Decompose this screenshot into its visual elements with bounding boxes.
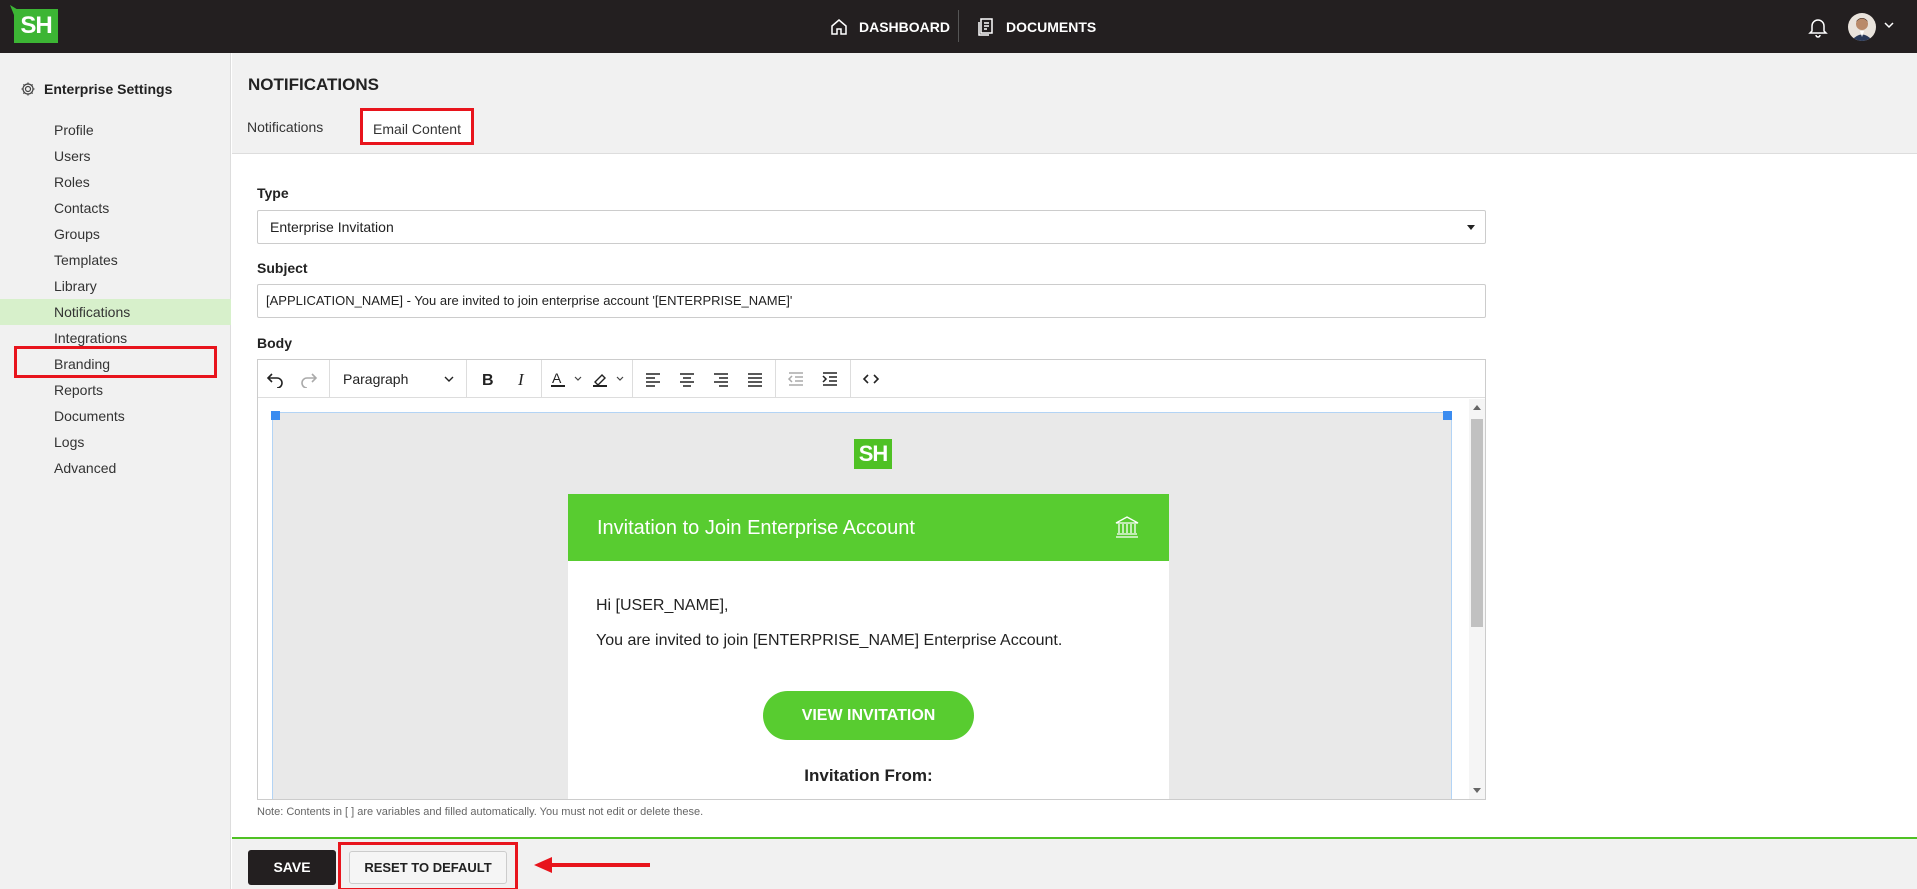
type-label: Type (257, 185, 289, 201)
justify-icon (748, 372, 762, 387)
save-button[interactable]: SAVE (248, 850, 336, 885)
email-card: Invitation to Join Enterprise Account Hi… (568, 494, 1169, 799)
block-format-select[interactable]: Paragraph (333, 360, 463, 398)
sidebar-item-profile[interactable]: Profile (0, 117, 231, 143)
italic-icon: I (517, 370, 525, 388)
sidebar-item-branding[interactable]: Branding (0, 351, 231, 377)
gear-icon (21, 82, 35, 96)
nav-documents[interactable]: DOCUMENTS (976, 0, 1096, 53)
email-logo: SH (854, 439, 892, 469)
chevron-down-icon (616, 376, 624, 381)
chevron-down-icon (444, 376, 454, 382)
chevron-down-icon[interactable] (1882, 18, 1896, 32)
sidebar-heading: Enterprise Settings (20, 81, 172, 97)
svg-text:A: A (552, 370, 562, 386)
scroll-up-icon[interactable] (1473, 405, 1481, 410)
avatar[interactable] (1848, 13, 1876, 41)
reset-to-default-button[interactable]: RESET TO DEFAULT (349, 851, 507, 884)
editor-canvas[interactable]: SH Invitation to Join Enterprise Account… (258, 399, 1469, 799)
subject-input[interactable]: [APPLICATION_NAME] - You are invited to … (257, 284, 1486, 318)
align-center-button[interactable] (670, 360, 704, 398)
tab-email-content[interactable]: Email Content (360, 108, 474, 145)
outdent-button[interactable] (779, 360, 813, 398)
sidebar-menu: Profile Users Roles Contacts Groups Temp… (0, 117, 231, 481)
sidebar-item-library[interactable]: Library (0, 273, 231, 299)
variables-note: Note: Contents in [ ] are variables and … (257, 806, 704, 818)
documents-icon (978, 17, 993, 36)
svg-text:B: B (482, 372, 494, 388)
nav-divider (958, 10, 959, 42)
view-invitation-button[interactable]: VIEW INVITATION (763, 691, 974, 740)
align-left-button[interactable] (636, 360, 670, 398)
bold-button[interactable]: B (470, 360, 504, 398)
bold-icon: B (482, 372, 494, 388)
page-header: NOTIFICATIONS Notifications Email Conten… (232, 53, 1917, 154)
sidebar-item-logs[interactable]: Logs (0, 429, 231, 455)
sidebar-item-roles[interactable]: Roles (0, 169, 231, 195)
outdent-icon (787, 371, 803, 386)
resize-handle[interactable] (271, 411, 280, 420)
svg-text:I: I (517, 370, 525, 388)
undo-icon (266, 372, 283, 388)
editor-scrollbar[interactable] (1469, 399, 1485, 799)
editor-toolbar: Paragraph B I A (258, 359, 1485, 398)
nav-documents-label: DOCUMENTS (1006, 18, 1097, 35)
main-content: NOTIFICATIONS Notifications Email Conten… (232, 53, 1917, 889)
caret-down-icon (1467, 225, 1475, 230)
chevron-down-icon (574, 376, 582, 381)
align-right-button[interactable] (704, 360, 738, 398)
email-message: You are invited to join [ENTERPRISE_NAME… (596, 632, 1063, 649)
email-banner-title: Invitation to Join Enterprise Account (597, 517, 915, 539)
bank-icon (1115, 516, 1139, 538)
sidebar-item-documents[interactable]: Documents (0, 403, 231, 429)
sidebar-item-reports[interactable]: Reports (0, 377, 231, 403)
highlighter-icon (593, 373, 607, 387)
scroll-down-icon[interactable] (1473, 788, 1481, 793)
page-title: NOTIFICATIONS (248, 75, 379, 94)
code-icon (862, 373, 880, 384)
sidebar: Enterprise Settings Profile Users Roles … (0, 53, 231, 889)
rich-text-editor: Paragraph B I A SH Invitation to Join En… (257, 359, 1486, 800)
highlight-color-button[interactable] (587, 360, 629, 398)
arrow-left-icon (534, 857, 650, 873)
app-logo[interactable]: SH (10, 5, 58, 43)
sidebar-item-users[interactable]: Users (0, 143, 231, 169)
source-code-button[interactable] (854, 360, 888, 398)
indent-icon (822, 371, 837, 386)
subject-label: Subject (257, 260, 308, 276)
email-banner: Invitation to Join Enterprise Account (568, 494, 1169, 561)
italic-button[interactable]: I (504, 360, 538, 398)
email-preview: SH Invitation to Join Enterprise Account… (271, 411, 1452, 799)
align-right-icon (714, 372, 728, 387)
resize-handle[interactable] (1443, 411, 1452, 420)
text-color-button[interactable]: A (545, 360, 587, 398)
sidebar-item-advanced[interactable]: Advanced (0, 455, 231, 481)
email-from-label: Invitation From: (804, 766, 933, 785)
type-select[interactable]: Enterprise Invitation (257, 210, 1486, 244)
email-greeting: Hi [USER_NAME], (596, 597, 729, 614)
undo-button[interactable] (258, 360, 292, 398)
nav-dashboard[interactable]: DASHBOARD (829, 0, 950, 53)
scrollbar-thumb[interactable] (1471, 419, 1483, 627)
bell-icon[interactable] (1807, 16, 1829, 38)
body-label: Body (257, 335, 292, 351)
sidebar-item-templates[interactable]: Templates (0, 247, 231, 273)
sidebar-item-groups[interactable]: Groups (0, 221, 231, 247)
tab-notifications[interactable]: Notifications (247, 119, 323, 135)
redo-button[interactable] (292, 360, 326, 398)
sidebar-item-integrations[interactable]: Integrations (0, 325, 231, 351)
justify-button[interactable] (738, 360, 772, 398)
nav-dashboard-label: DASHBOARD (859, 18, 950, 35)
align-left-icon (646, 372, 660, 387)
reset-highlight-box: RESET TO DEFAULT (338, 842, 518, 889)
text-color-icon: A (551, 370, 565, 387)
action-footer: SAVE RESET TO DEFAULT (232, 837, 1917, 889)
sidebar-item-contacts[interactable]: Contacts (0, 195, 231, 221)
align-center-icon (680, 372, 694, 387)
sidebar-item-notifications[interactable]: Notifications (0, 299, 231, 325)
indent-button[interactable] (813, 360, 847, 398)
home-icon (831, 18, 847, 35)
redo-icon (301, 372, 318, 388)
top-bar: SH DASHBOARD DOCUMENTS (0, 0, 1917, 53)
